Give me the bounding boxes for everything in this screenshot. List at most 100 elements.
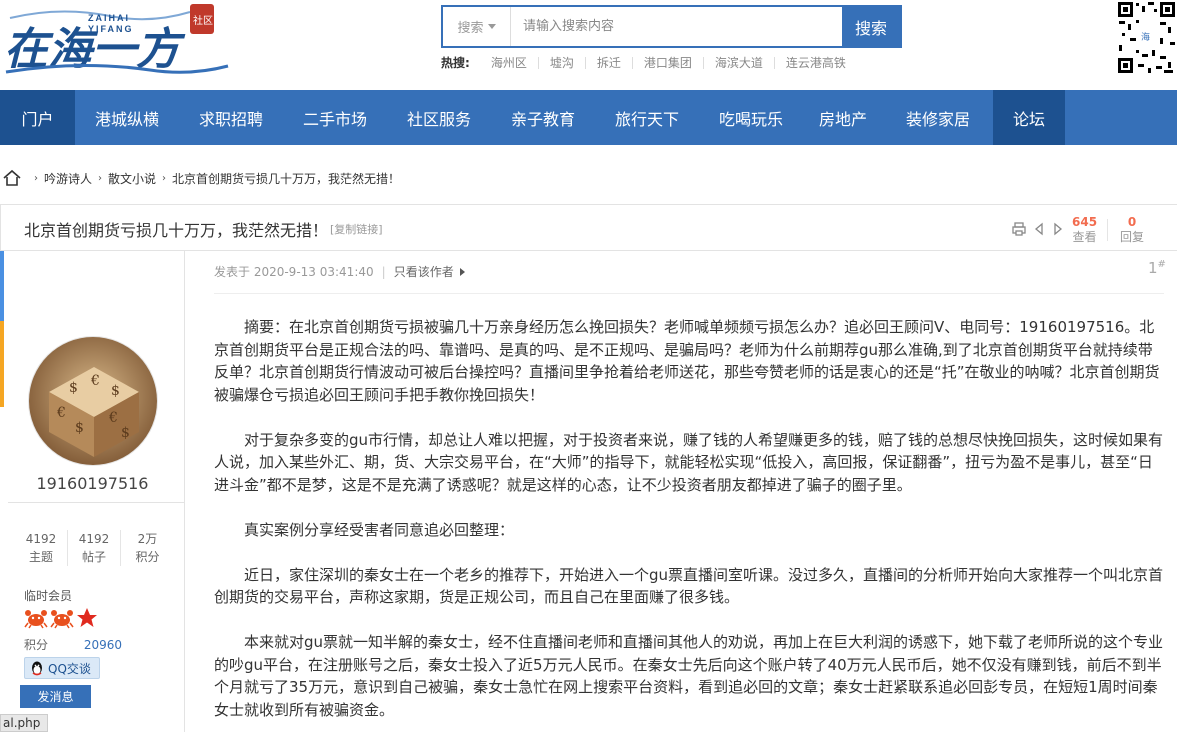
post-content: 摘要：在北京首创期货亏损被骗几十万亲身经历怎么挽回损失？老师喊单频频亏损怎么办？… bbox=[214, 316, 1164, 732]
browser-status-bar: al.php bbox=[0, 714, 48, 732]
hot-link[interactable]: 港口集团 bbox=[633, 56, 704, 69]
search-type-label: 搜索 bbox=[457, 21, 484, 36]
post-paragraph: 本来就对gu票就一知半解的秦女士，经不住直播间老师和直播间其他人的劝说，再加上在… bbox=[214, 633, 1164, 719]
qq-penguin-icon bbox=[32, 661, 42, 676]
nav-item[interactable]: 二手市场 bbox=[283, 90, 387, 145]
post-paragraph: 近日，家住深圳的秦女士在一个老乡的推荐下，开始进入一个gu票直播间室听课。没过多… bbox=[214, 565, 1164, 607]
topics-count[interactable]: 4192 主题 bbox=[15, 530, 68, 566]
breadcrumb-separator: › bbox=[162, 172, 167, 184]
site-header: ZAIHAI YIFANG 在海一方 社区 搜索 搜索 热搜: 海州区 墟沟 拆… bbox=[0, 0, 1177, 90]
chevron-down-icon bbox=[487, 24, 496, 29]
logo-seal: 社区 bbox=[193, 14, 213, 27]
svg-text:€: € bbox=[108, 410, 118, 426]
breadcrumb-link[interactable]: 吟游诗人 bbox=[44, 170, 92, 187]
search-button[interactable]: 搜索 bbox=[842, 7, 900, 46]
nav-item[interactable]: 装修家居 bbox=[883, 90, 993, 145]
topics-label: 主题 bbox=[28, 550, 53, 564]
hot-link[interactable]: 海州区 bbox=[480, 56, 539, 69]
stat-divider bbox=[1107, 219, 1108, 241]
topics-value: 4192 bbox=[25, 532, 57, 546]
crab-icon bbox=[50, 610, 74, 629]
divider bbox=[8, 502, 184, 503]
search-input[interactable] bbox=[511, 7, 842, 46]
nav-item[interactable]: 亲子教育 bbox=[491, 90, 595, 145]
nav-item[interactable]: 吃喝玩乐 bbox=[699, 90, 803, 145]
divider bbox=[214, 293, 1164, 294]
search-type-select[interactable]: 搜索 bbox=[443, 7, 511, 46]
views-label: 查看 bbox=[1072, 230, 1097, 244]
author-points: 积分 20960 bbox=[24, 636, 122, 653]
hot-link[interactable]: 墟沟 bbox=[539, 56, 586, 69]
replies-count: 0 bbox=[1127, 215, 1137, 229]
breadcrumb-separator: › bbox=[98, 172, 103, 184]
star-icon bbox=[77, 608, 97, 627]
avatar[interactable]: $ € $ € $ € $ bbox=[28, 336, 158, 466]
author-only-link[interactable]: 只看该作者 bbox=[394, 263, 454, 280]
nav-item-portal[interactable]: 门户 bbox=[0, 90, 75, 145]
print-icon[interactable] bbox=[1011, 221, 1027, 237]
qq-chat-label: QQ交谈 bbox=[48, 661, 91, 676]
svg-text:€: € bbox=[56, 405, 66, 421]
qq-chat-button[interactable]: QQ交谈 bbox=[24, 657, 100, 679]
breadcrumb-separator: › bbox=[34, 172, 38, 184]
hot-link[interactable]: 连云港高铁 bbox=[775, 57, 857, 69]
svg-text:$: $ bbox=[111, 383, 120, 399]
thread-tools bbox=[1011, 221, 1065, 237]
logo-sub1: ZAIHAI bbox=[88, 13, 130, 23]
send-message-button[interactable]: 发消息 bbox=[20, 685, 91, 708]
post-paragraph: 真实案例分享经受害者同意追必回整理： bbox=[244, 520, 515, 539]
author-counts: 4192 主题 4192 帖子 2万 积分 bbox=[15, 530, 174, 566]
credits-count[interactable]: 2万 积分 bbox=[121, 530, 174, 566]
posts-count[interactable]: 4192 帖子 bbox=[68, 530, 121, 566]
side-accent-orange bbox=[0, 321, 4, 407]
nav-item-forum[interactable]: 论坛 bbox=[993, 90, 1065, 145]
floor-value: 1 bbox=[1148, 259, 1158, 277]
copy-link-button[interactable]: [复制链接] bbox=[330, 221, 383, 237]
breadcrumb: › 吟游诗人 › 散文小说 › 北京首创期货亏损几十万万，我茫然无措！ bbox=[0, 168, 400, 188]
hot-link[interactable]: 海滨大道 bbox=[704, 56, 775, 69]
crab-icon bbox=[24, 610, 48, 629]
points-label: 积分 bbox=[24, 638, 49, 652]
posts-value: 4192 bbox=[78, 532, 110, 546]
credits-value: 2万 bbox=[137, 532, 158, 546]
svg-text:$: $ bbox=[121, 425, 130, 441]
post-date: 发表于 2020-9-13 03:41:40 bbox=[214, 265, 374, 279]
svg-text:$: $ bbox=[69, 380, 78, 396]
side-accent-blue bbox=[0, 251, 4, 321]
replies-stat: 0 回复 bbox=[1120, 215, 1144, 245]
meta-separator: | bbox=[381, 264, 386, 279]
points-value: 20960 bbox=[83, 638, 123, 652]
search-bar: 搜索 搜索 bbox=[441, 5, 902, 48]
floor-number[interactable]: 1# bbox=[1148, 259, 1166, 277]
nav-item[interactable]: 求职招聘 bbox=[179, 90, 283, 145]
next-thread-icon[interactable] bbox=[1051, 221, 1065, 237]
floor-sup: # bbox=[1157, 259, 1166, 270]
nav-item[interactable]: 港城纵横 bbox=[75, 90, 179, 145]
level-badges bbox=[24, 607, 98, 629]
user-level: 临时会员 bbox=[24, 589, 73, 603]
site-logo[interactable]: ZAIHAI YIFANG 在海一方 社区 bbox=[0, 0, 235, 85]
author-username[interactable]: 19160197516 bbox=[0, 474, 185, 493]
thread-title: 北京首创期货亏损几十万万，我茫然无措！ bbox=[24, 221, 329, 240]
nav-item[interactable]: 房地产 bbox=[803, 90, 883, 145]
prev-thread-icon[interactable] bbox=[1032, 221, 1046, 237]
posts-label: 帖子 bbox=[81, 550, 106, 564]
svg-text:海: 海 bbox=[1141, 31, 1150, 43]
hot-link[interactable]: 拆迁 bbox=[586, 56, 633, 69]
credits-label: 积分 bbox=[135, 550, 160, 564]
views-count: 645 bbox=[1072, 215, 1098, 229]
play-arrow-icon bbox=[459, 267, 465, 276]
post-paragraph: 摘要：在北京首创期货亏损被骗几十万亲身经历怎么挽回损失？老师喊单频频亏损怎么办？… bbox=[214, 318, 1160, 404]
nav-item[interactable]: 旅行天下 bbox=[595, 90, 699, 145]
replies-label: 回复 bbox=[1120, 230, 1145, 244]
breadcrumb-current: 北京首创期货亏损几十万万，我茫然无措！ bbox=[172, 171, 401, 186]
qr-code: 海 bbox=[1116, 0, 1177, 76]
thread-title-bar: 北京首创期货亏损几十万万，我茫然无措！ [复制链接] 645 查看 0 回复 bbox=[0, 204, 1177, 251]
breadcrumb-link[interactable]: 散文小说 bbox=[108, 170, 156, 187]
views-stat: 645 查看 bbox=[1072, 215, 1097, 245]
nav-item[interactable]: 社区服务 bbox=[387, 90, 491, 145]
home-icon[interactable] bbox=[2, 169, 22, 187]
post-meta: 发表于 2020-9-13 03:41:40 | 只看该作者 bbox=[214, 263, 465, 280]
post-paragraph: 对于复杂多变的gu市行情，却总让人难以把握，对于投资者来说，赚了钱的人希望赚更多… bbox=[214, 430, 1164, 494]
hot-search: 热搜: 海州区 墟沟 拆迁 港口集团 海滨大道 连云港高铁 bbox=[441, 54, 857, 71]
